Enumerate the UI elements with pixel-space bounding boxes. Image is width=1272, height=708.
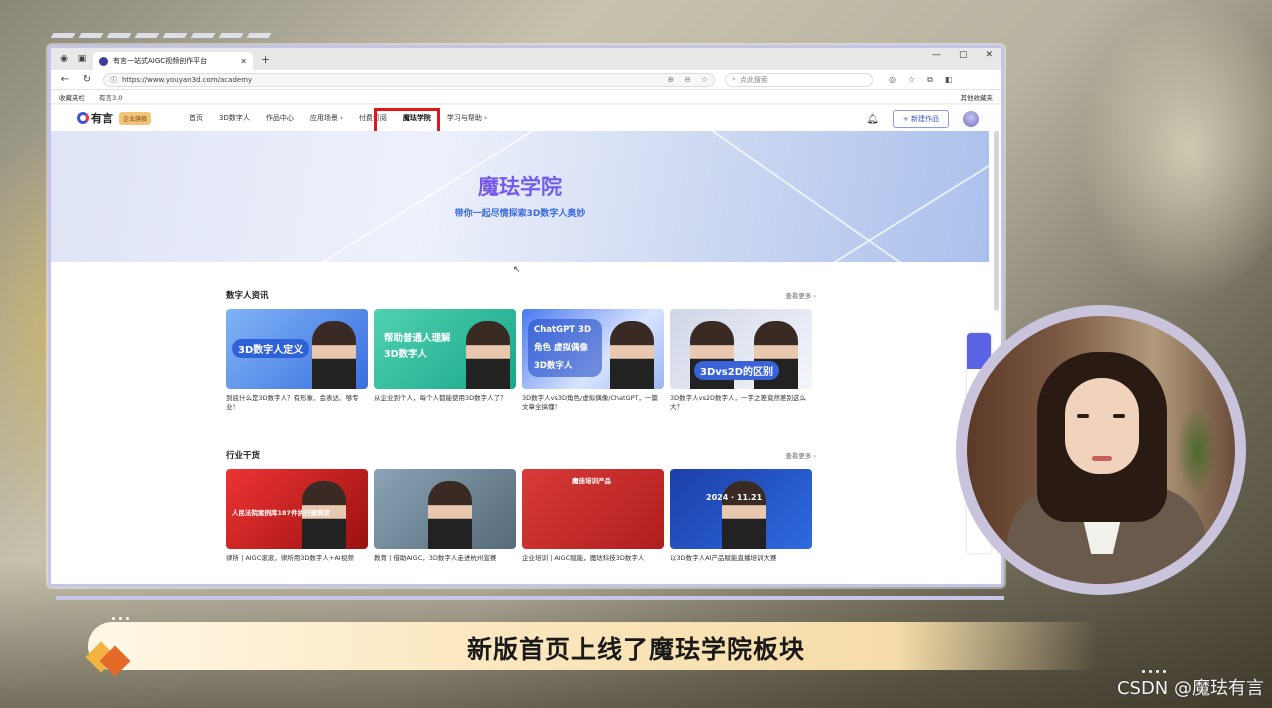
nav-scenarios[interactable]: 应用场景 › [310, 113, 343, 123]
bookmark-folder[interactable]: 收藏夹栏 [59, 92, 85, 102]
view-more-link[interactable]: 查看更多 › [785, 290, 816, 300]
nav-learning-help[interactable]: 学习与帮助 › [447, 113, 487, 123]
thumbnail-caption: 魔佳培训产品 [572, 477, 611, 485]
article-thumbnail: 帮助普通人理解 3D数字人 [374, 309, 516, 389]
section-title: 数字人资讯 [226, 291, 269, 301]
translate-icon[interactable]: ⊕ [667, 75, 674, 84]
search-icon: ⌕ [732, 75, 736, 83]
site-nav: 有言 企业旗舰 首页 3D数字人 作品中心 应用场景 › 付费订阅 魔珐学院 学… [51, 105, 1001, 146]
thumbnail-caption: ChatGPT 3D角色 虚拟偶像 3D数字人 [528, 319, 602, 377]
article-thumbnail: 人民法院案例库187件执行案例发 [226, 469, 368, 549]
article-card[interactable]: 2024 · 11.21 以3D数字人AI产品赋能直播培训大赛 [670, 469, 812, 576]
article-title: 3D数字人vs2D数字人，一字之差竟然差别这么大？ [670, 394, 807, 411]
section-title: 行业干货 [226, 451, 261, 461]
new-tab-icon[interactable]: + [261, 53, 270, 66]
article-thumbnail: 3Dvs2D的区别 [670, 309, 812, 389]
tab-bar: ◉ ▣ 有言一站式AIGC视频创作平台 ✕ + — ▢ ✕ [51, 48, 1001, 70]
logo-text: 有言 [91, 112, 113, 125]
site-logo[interactable]: 有言 [77, 110, 113, 126]
block-icon[interactable]: ⊖ [684, 75, 691, 84]
maximize-icon[interactable]: ▢ [959, 50, 968, 60]
view-more-link[interactable]: 查看更多 › [785, 450, 816, 460]
thumbnail-caption: 2024 · 11.21 [706, 493, 763, 502]
thumbnail-caption: 3D数字人定义 [232, 339, 310, 358]
favorite-star-icon[interactable]: ☆ [701, 75, 708, 84]
banner-subtitle: 带你一起尽情探索3D数字人奥妙 [454, 209, 586, 219]
article-title: 从企业到个人，每个人都能使用3D数字人了？ [374, 394, 507, 402]
close-window-icon[interactable]: ✕ [985, 50, 993, 60]
page-scrollbar[interactable] [994, 131, 999, 311]
url-field[interactable]: ⓘ https://www.youyan3d.com/academy ⊕ ⊖ ☆ [103, 72, 715, 87]
banner-title: 魔珐学院 [51, 171, 989, 201]
browser-window: ◉ ▣ 有言一站式AIGC视频创作平台 ✕ + — ▢ ✕ ← ↻ ⓘ http… [48, 45, 1004, 587]
enterprise-badge: 企业旗舰 [119, 111, 152, 125]
collections-icon[interactable]: ⧉ [927, 75, 933, 85]
mouse-cursor-icon: ↖ [513, 265, 521, 275]
website-viewport: 有言 企业旗舰 首页 3D数字人 作品中心 应用场景 › 付费订阅 魔珐学院 学… [51, 105, 1001, 584]
csdn-watermark: CSDN @魔珐有言 [1116, 678, 1264, 699]
article-card[interactable]: 帮助普通人理解 3D数字人 从企业到个人，每个人都能使用3D数字人了？ [374, 309, 516, 416]
browser-search-field[interactable]: ⌕ 点此搜索 [725, 72, 873, 87]
address-bar: ← ↻ ⓘ https://www.youyan3d.com/academy ⊕… [51, 70, 1001, 90]
close-tab-icon[interactable]: ✕ [240, 57, 247, 66]
lock-icon: ⓘ [110, 75, 117, 84]
refresh-icon[interactable]: ↻ [81, 74, 93, 85]
deco-stripes-top [50, 33, 272, 38]
article-thumbnail: 3D数字人定义 [226, 309, 368, 389]
search-placeholder: 点此搜索 [739, 75, 768, 84]
article-card[interactable]: 魔佳培训产品 企业培训 | AIGC赋能，魔珐科技3D数字人 [522, 469, 664, 576]
browser-tab[interactable]: 有言一站式AIGC视频创作平台 ✕ [93, 52, 253, 70]
minimize-icon[interactable]: — [932, 50, 941, 60]
article-title: 律所 | AIGC滚滚，律所用3D数字人+AI视频 [226, 554, 354, 562]
article-card[interactable]: 人民法院案例库187件执行案例发 律所 | AIGC滚滚，律所用3D数字人+AI… [226, 469, 368, 576]
bookmark-youyan[interactable]: 有言3.0 [99, 92, 122, 102]
extension-icon[interactable]: ◎ [889, 75, 896, 85]
article-title: 企业培训 | AIGC赋能，魔珐科技3D数字人 [522, 554, 645, 562]
nav-menu: 首页 3D数字人 作品中心 应用场景 › 付费订阅 魔珐学院 学习与帮助 › [189, 113, 487, 123]
sidebar-toggle-icon[interactable]: ◧ [945, 75, 953, 85]
article-thumbnail [374, 469, 516, 549]
deco-bar-bottom [56, 596, 1004, 600]
article-thumbnail: 魔佳培训产品 [522, 469, 664, 549]
article-title: 到底什么是3D数字人？有形象、会表达、够专业！ [226, 394, 359, 411]
site-favicon-icon [99, 56, 108, 66]
nav-home[interactable]: 首页 [189, 113, 203, 123]
back-icon[interactable]: ← [59, 74, 71, 85]
thumbnail-caption: 帮助普通人理解 3D数字人 [384, 333, 451, 360]
industry-section: 行业干货 查看更多 › 人民法院案例库187件执行案例发 律所 | AIGC滚滚… [226, 449, 816, 576]
logo-mark-icon [77, 112, 89, 124]
tab-title: 有言一站式AIGC视频创作平台 [113, 57, 208, 65]
nav-3d-digital-human[interactable]: 3D数字人 [219, 113, 250, 123]
article-card[interactable]: 3Dvs2D的区别 3D数字人vs2D数字人，一字之差竟然差别这么大？ [670, 309, 812, 416]
user-avatar[interactable] [963, 111, 979, 127]
thumbnail-caption: 人民法院案例库187件执行案例发 [232, 509, 331, 517]
notification-bell-icon[interactable]: 🔔︎ [866, 114, 879, 125]
article-title: 3D数字人vs3D角色/虚拟偶像/ChatGPT，一篇文章全搞懂！ [522, 394, 659, 411]
tab-actions-icon[interactable]: ▣ [75, 52, 89, 66]
article-card[interactable]: ChatGPT 3D角色 虚拟偶像 3D数字人 3D数字人vs3D角色/虚拟偶像… [522, 309, 664, 416]
academy-banner: 魔珐学院 带你一起尽情探索3D数字人奥妙 [51, 131, 989, 262]
url-text: https://www.youyan3d.com/academy [122, 75, 253, 84]
other-bookmarks[interactable]: 其他收藏夹 [961, 92, 994, 102]
article-title: 以3D数字人AI产品赋能直播培训大赛 [670, 554, 777, 562]
profile-icon[interactable]: ◉ [57, 52, 71, 66]
bookmarks-bar: 收藏夹栏 有言3.0 其他收藏夹 [51, 90, 1001, 104]
thumbnail-caption: 3Dvs2D的区别 [694, 361, 779, 380]
new-work-button[interactable]: + 新建作品 [892, 110, 949, 128]
article-title: 教育 | 借助AIGC，3D数字人走进杭州宣赛 [374, 554, 497, 562]
video-caption: 新版首页上线了魔珐学院板块 [466, 635, 805, 664]
article-thumbnail: 2024 · 11.21 [670, 469, 812, 549]
article-thumbnail: ChatGPT 3D角色 虚拟偶像 3D数字人 [522, 309, 664, 389]
presenter-video-circle [956, 305, 1246, 595]
nav-works-center[interactable]: 作品中心 [266, 113, 294, 123]
favorites-icon[interactable]: ☆ [908, 75, 915, 85]
article-card[interactable]: 3D数字人定义 到底什么是3D数字人？有形象、会表达、够专业！ [226, 309, 368, 416]
article-card[interactable]: 教育 | 借助AIGC，3D数字人走进杭州宣赛 [374, 469, 516, 576]
news-section: 数字人资讯 查看更多 › 3D数字人定义 到底什么是3D数字人？有形象、会表达、… [226, 289, 816, 416]
